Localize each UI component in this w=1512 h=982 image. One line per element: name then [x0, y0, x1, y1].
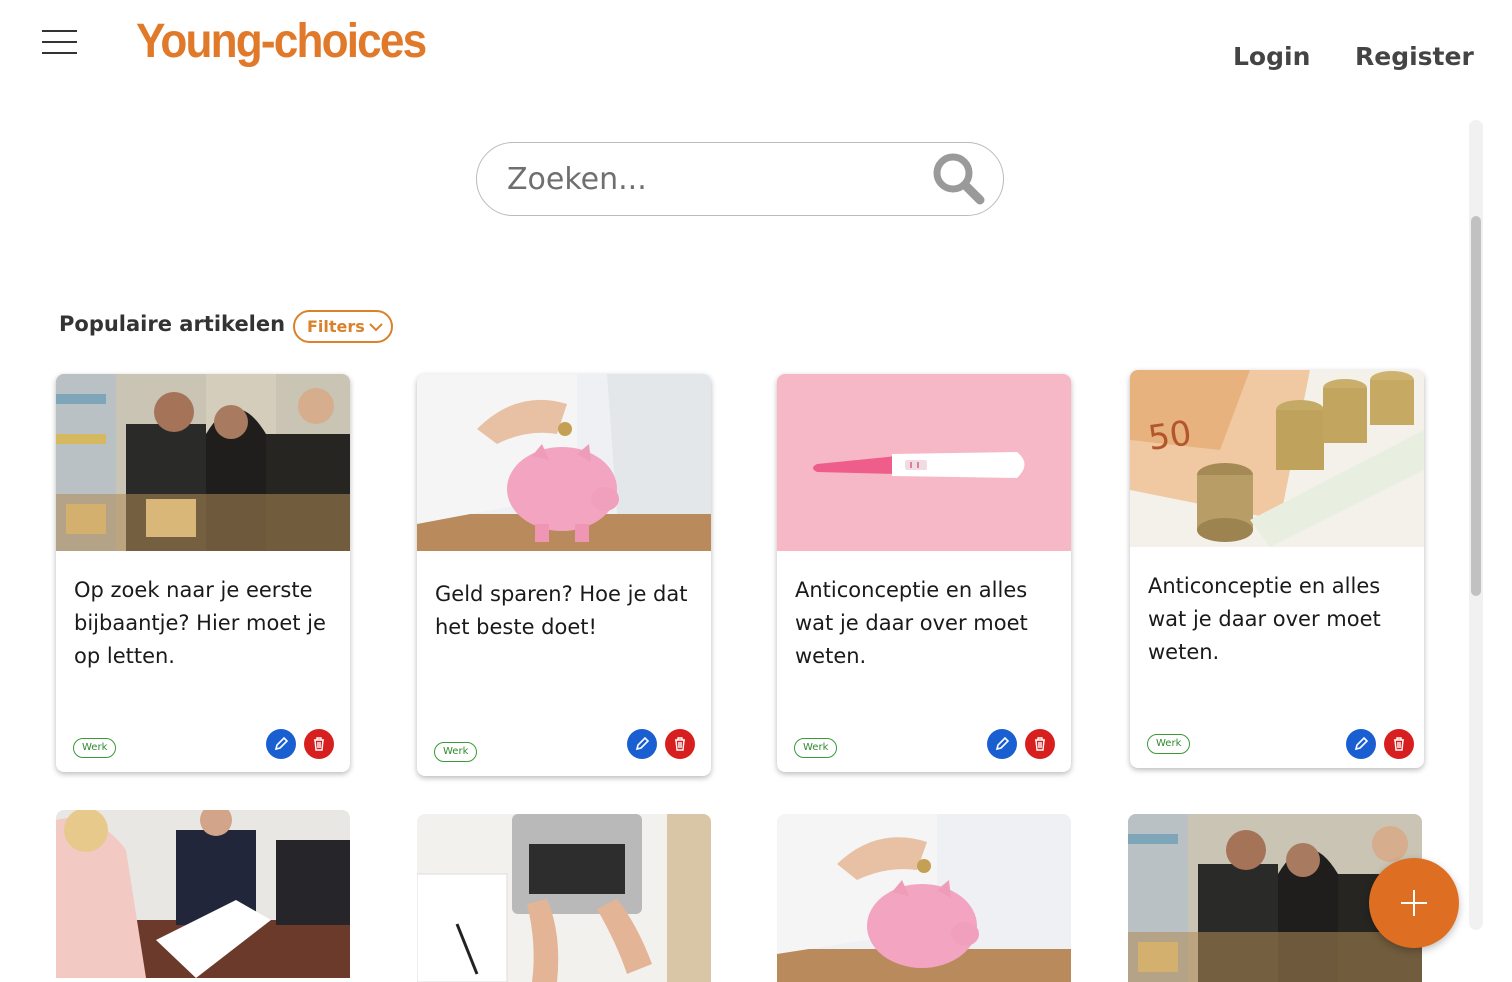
filters-button[interactable]: Filters [293, 310, 393, 343]
plus-icon [1401, 890, 1427, 916]
category-tag: Werk [794, 738, 838, 758]
delete-button[interactable] [1384, 729, 1414, 759]
top-header: Young-choices Login Register [0, 0, 1512, 100]
trash-icon [314, 737, 324, 751]
scrollbar-thumb[interactable] [1471, 216, 1481, 596]
article-card[interactable] [417, 814, 711, 982]
logo[interactable]: Young-choices [136, 14, 427, 69]
pencil-icon [1354, 736, 1369, 751]
article-card[interactable] [777, 814, 1071, 982]
edit-button[interactable] [266, 729, 296, 759]
article-card[interactable] [56, 810, 350, 978]
scrollbar[interactable] [1469, 120, 1483, 930]
job-interview-photo [56, 810, 350, 978]
piggy-bank-photo [777, 814, 1071, 982]
trash-icon [675, 737, 685, 751]
category-tag: Werk [73, 738, 117, 758]
supermarket-workers-photo [56, 374, 350, 551]
article-title: Anticonceptie en alles wat je daar over … [795, 578, 1028, 668]
hamburger-menu-icon[interactable] [42, 30, 78, 54]
trash-icon [1394, 737, 1404, 751]
article-title: Op zoek naar je eerste bijbaantje? Hier … [74, 578, 326, 668]
search-icon[interactable] [930, 150, 986, 206]
pencil-icon [274, 736, 289, 751]
search-input[interactable] [507, 157, 907, 201]
delete-button[interactable] [1025, 729, 1055, 759]
section-title: Populaire artikelen [59, 312, 286, 336]
chevron-down-icon [369, 323, 383, 332]
laptop-desk-photo [417, 814, 711, 982]
category-tag: Werk [1147, 734, 1191, 754]
add-article-button[interactable] [1369, 858, 1459, 948]
trash-icon [1035, 737, 1045, 751]
article-card[interactable]: Anticonceptie en alles wat je daar over … [777, 374, 1071, 772]
article-title: Geld sparen? Hoe je dat het beste doet! [435, 582, 688, 639]
article-card[interactable]: Op zoek naar je eerste bijbaantje? Hier … [56, 374, 350, 772]
edit-button[interactable] [987, 729, 1017, 759]
category-tag: Werk [434, 742, 478, 762]
piggy-bank-photo [417, 374, 711, 551]
delete-button[interactable] [665, 729, 695, 759]
article-card[interactable]: Geld sparen? Hoe je dat het beste doet! … [417, 374, 711, 776]
euro-coins-photo: 50 [1130, 370, 1424, 547]
edit-button[interactable] [627, 729, 657, 759]
delete-button[interactable] [304, 729, 334, 759]
pencil-icon [995, 736, 1010, 751]
search-box [476, 142, 1004, 216]
article-title: Anticonceptie en alles wat je daar over … [1148, 574, 1381, 664]
article-card[interactable]: 50 Anticonceptie en alles wat je daar ov… [1130, 370, 1424, 768]
pencil-icon [635, 736, 650, 751]
svg-text:50: 50 [1146, 413, 1194, 459]
edit-button[interactable] [1346, 729, 1376, 759]
register-link[interactable]: Register [1355, 42, 1474, 71]
pregnancy-test-photo [777, 374, 1071, 551]
filters-label: Filters [307, 317, 365, 336]
login-link[interactable]: Login [1233, 42, 1310, 71]
